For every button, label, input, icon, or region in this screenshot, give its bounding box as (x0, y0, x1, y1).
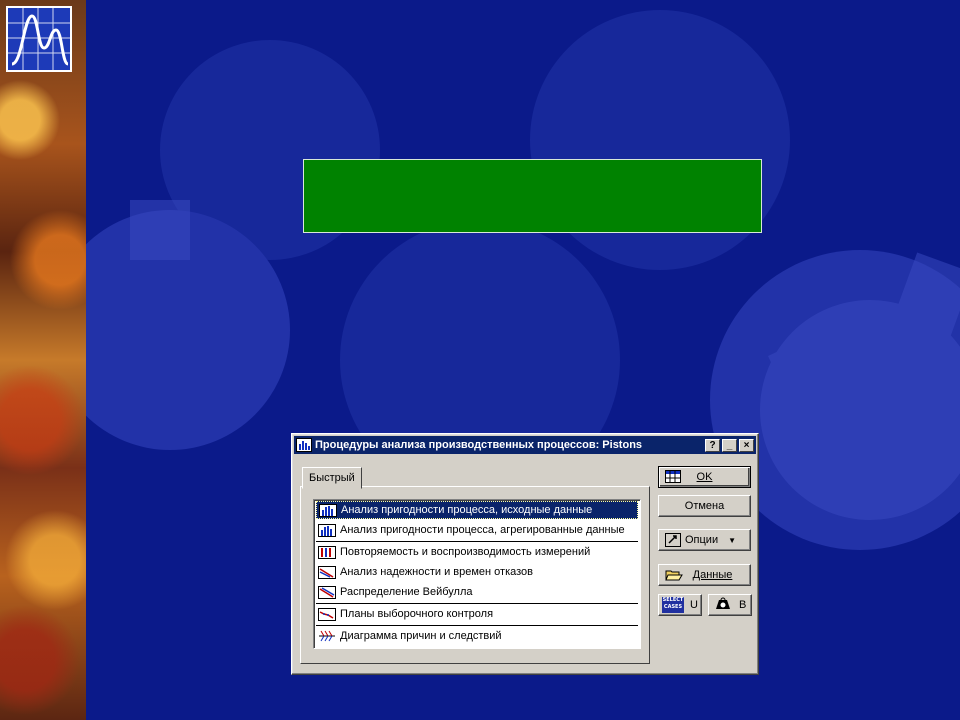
select-cases-button[interactable]: SELECT CASES U (658, 594, 702, 616)
presentation-slide: Процедуры анализа производственных проце… (0, 0, 960, 720)
process-analysis-dialog: Процедуры анализа производственных проце… (291, 433, 759, 675)
reliability-curve-icon (318, 565, 336, 579)
list-item-label: Повторяемость и воспроизводимость измере… (340, 546, 591, 558)
spreadsheet-icon (665, 470, 681, 484)
chevron-down-icon: ▼ (728, 535, 737, 545)
weight-icon (713, 597, 733, 614)
weight-label: B (739, 599, 747, 611)
list-item-label: Планы выборочного контроля (340, 608, 494, 620)
weight-button[interactable]: B (708, 594, 752, 616)
tab-quick[interactable]: Быстрый (302, 467, 362, 489)
list-item[interactable]: Повторяемость и воспроизводимость измере… (316, 543, 638, 561)
sampling-plan-icon (318, 607, 336, 621)
data-label: Данные (692, 569, 733, 581)
histogram-icon (318, 523, 336, 537)
histogram-icon (319, 503, 337, 517)
list-item[interactable]: Анализ надежности и времен отказов (316, 563, 638, 581)
options-label: Опции (684, 534, 719, 546)
list-item-label: Анализ надежности и времен отказов (340, 566, 534, 578)
list-divider (316, 603, 638, 604)
options-icon (665, 533, 681, 547)
gauge-rr-icon (318, 545, 336, 559)
data-button[interactable]: Данные (658, 564, 751, 586)
distribution-logo-icon (6, 6, 72, 72)
list-item-label: Анализ пригодности процесса, агрегирован… (340, 524, 625, 536)
list-item-label: Распределение Вейбулла (340, 586, 473, 598)
list-item[interactable]: Планы выборочного контроля (316, 605, 638, 623)
list-item[interactable]: Распределение Вейбулла (316, 583, 638, 601)
list-item[interactable]: Диаграмма причин и следствий (316, 627, 638, 645)
select-cases-icon: SELECT CASES (662, 597, 684, 613)
ok-button[interactable]: OK (658, 466, 751, 488)
help-button[interactable]: ? (705, 438, 720, 452)
dialog-titlebar[interactable]: Процедуры анализа производственных проце… (294, 436, 756, 454)
cancel-button[interactable]: Отмена (658, 495, 751, 517)
list-item[interactable]: Анализ пригодности процесса, исходные да… (316, 501, 638, 519)
list-item-label: Диаграмма причин и следствий (340, 630, 502, 642)
list-divider (316, 541, 638, 542)
minimize-button[interactable]: _ (722, 438, 737, 452)
close-button[interactable]: × (739, 438, 754, 452)
fishbone-icon (318, 630, 336, 643)
weibull-icon (318, 585, 336, 599)
ok-label: OK (696, 471, 713, 483)
list-item-label: Анализ пригодности процесса, исходные да… (341, 504, 593, 516)
decorative-left-strip (0, 0, 86, 720)
options-button[interactable]: Опции ▼ (658, 529, 751, 551)
statistica-app-icon (296, 438, 312, 452)
list-divider (316, 625, 638, 626)
procedure-listbox[interactable]: Анализ пригодности процесса, исходные да… (313, 499, 641, 649)
select-cases-label: U (690, 599, 698, 611)
title-placeholder-box (303, 159, 762, 233)
tab-panel-quick: Анализ пригодности процесса, исходные да… (300, 486, 650, 664)
folder-open-icon (665, 568, 683, 582)
dialog-title: Процедуры анализа производственных проце… (315, 439, 643, 451)
list-item[interactable]: Анализ пригодности процесса, агрегирован… (316, 521, 638, 539)
